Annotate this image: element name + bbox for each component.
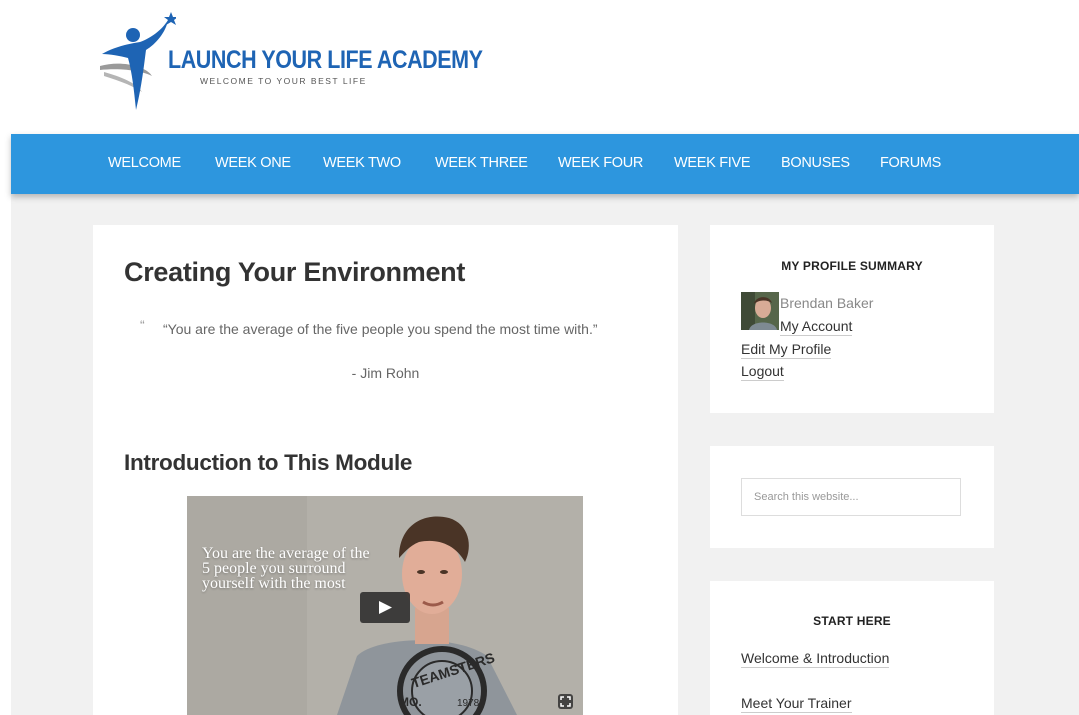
quote-text: “You are the average of the five people …: [163, 321, 598, 337]
play-icon: [379, 601, 392, 614]
profile-summary-widget: MY PROFILE SUMMARY Brendan Baker My Acco…: [710, 225, 994, 413]
page-title: Creating Your Environment: [124, 257, 466, 287]
shirt-year: 1978: [457, 698, 480, 709]
nav-item-week-three[interactable]: WEEK THREE: [435, 155, 528, 171]
fullscreen-icon[interactable]: [558, 694, 573, 709]
avatar[interactable]: [741, 292, 779, 330]
video-player[interactable]: TEAMSTERS MO. 1978 You are the average o…: [187, 496, 583, 715]
search-widget: [710, 446, 994, 548]
edit-profile-link[interactable]: Edit My Profile: [741, 341, 832, 359]
search-input[interactable]: [741, 478, 961, 516]
logo-figure-icon: [100, 12, 176, 110]
quote-mark-icon: “: [140, 317, 145, 333]
profile-widget-title: MY PROFILE SUMMARY: [781, 259, 923, 273]
section-title: Introduction to This Module: [124, 450, 413, 475]
logo-tagline: WELCOME TO YOUR BEST LIFE: [200, 76, 367, 86]
my-account-link[interactable]: My Account: [780, 318, 853, 336]
site-logo[interactable]: LAUNCH YOUR LIFE ACADEMY WELCOME TO YOUR…: [96, 10, 483, 120]
nav-item-week-two[interactable]: WEEK TWO: [323, 155, 401, 171]
video-overlay-text: You are the average of the 5 people you …: [202, 545, 370, 592]
main-nav: WELCOME WEEK ONE WEEK TWO WEEK THREE WEE…: [11, 134, 1079, 194]
nav-item-bonuses[interactable]: BONUSES: [781, 155, 850, 171]
main-content: Creating Your Environment “ “You are the…: [93, 225, 678, 715]
start-here-widget: START HERE Welcome & Introduction Meet Y…: [710, 581, 994, 715]
nav-item-week-four[interactable]: WEEK FOUR: [558, 155, 643, 171]
nav-item-welcome[interactable]: WELCOME: [108, 155, 181, 171]
nav-item-forums[interactable]: FORUMS: [880, 155, 941, 171]
logo-title: LAUNCH YOUR LIFE ACADEMY: [168, 46, 483, 74]
shirt-abbrev: MO.: [399, 695, 422, 709]
play-button[interactable]: [360, 592, 410, 623]
nav-item-week-one[interactable]: WEEK ONE: [215, 155, 291, 171]
profile-name: Brendan Baker: [780, 295, 874, 311]
logout-link[interactable]: Logout: [741, 363, 784, 381]
quote-author: - Jim Rohn: [351, 365, 420, 381]
nav-item-week-five[interactable]: WEEK FIVE: [674, 155, 751, 171]
meet-your-trainer-link[interactable]: Meet Your Trainer: [741, 695, 852, 713]
welcome-introduction-link[interactable]: Welcome & Introduction: [741, 650, 890, 668]
start-here-title: START HERE: [813, 614, 891, 628]
